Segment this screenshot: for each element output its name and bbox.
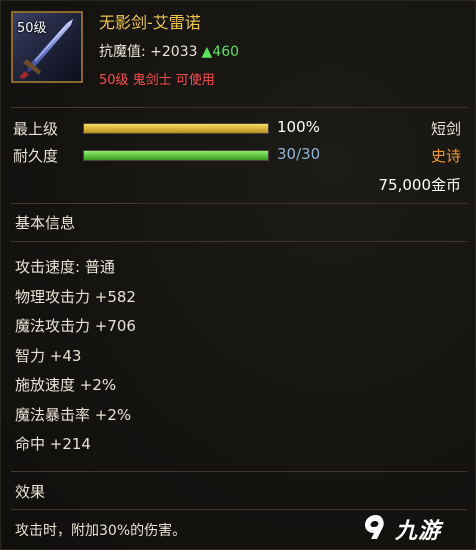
grade-bar <box>83 123 269 134</box>
requirement-text: 50级 鬼剑士 可使用 <box>99 73 215 88</box>
durability-row: 耐久度 30/30 <box>13 145 473 167</box>
stat-magic-crit: 魔法暴击率 +2% <box>15 405 132 424</box>
resist-bonus: ▲460 <box>201 44 240 60</box>
divider <box>11 471 467 472</box>
stat-physical-attack: 物理攻击力 +582 <box>15 287 136 306</box>
divider <box>11 107 467 108</box>
item-price: 75,000金币 <box>378 176 462 194</box>
resist-row: 抗魔值: +2033 ▲460 <box>99 41 239 61</box>
watermark-text: 九游 <box>395 519 442 544</box>
jiuyou-logo-icon <box>365 515 384 539</box>
stat-list: 攻击速度: 普通 物理攻击力 +582 魔法攻击力 +706 智力 +43 施放… <box>15 256 136 463</box>
divider <box>11 241 467 242</box>
durability-bar <box>83 150 269 161</box>
grade-label: 最上级 <box>13 120 59 138</box>
item-level-tag: 50级 <box>17 21 47 36</box>
divider <box>11 203 467 204</box>
stat-hit: 命中 +214 <box>15 435 91 453</box>
basic-info-title: 基本信息 <box>15 214 76 232</box>
durability-label: 耐久度 <box>13 147 59 165</box>
item-name: 无影剑-艾雷诺 <box>99 13 201 32</box>
divider <box>11 509 467 510</box>
resist-label: 抗魔值: +2033 <box>99 44 198 60</box>
effect-text: 攻击时，附加30%的伤害。 <box>15 523 187 539</box>
item-header: 50级 无影剑-艾雷诺 抗魔值: +2033 ▲460 50级 鬼剑士 可使用 <box>1 1 476 105</box>
durability-value: 30/30 <box>277 145 321 163</box>
durability-bar-fill <box>84 151 268 160</box>
stat-attack-speed: 攻击速度: 普通 <box>15 258 115 276</box>
watermark: 九游 <box>361 511 461 544</box>
item-tooltip: 50级 无影剑-艾雷诺 抗魔值: +2033 ▲460 50级 鬼剑士 可使用 最… <box>0 0 476 550</box>
effect-title: 效果 <box>15 483 46 501</box>
item-icon-frame[interactable]: 50级 <box>11 11 83 83</box>
stat-intelligence: 智力 +43 <box>15 346 82 365</box>
item-type: 短剑 <box>430 120 461 138</box>
stat-cast-speed: 施放速度 +2% <box>15 376 117 394</box>
grade-bar-fill <box>84 124 268 133</box>
grade-value: 100% <box>277 118 320 136</box>
item-rarity: 史诗 <box>430 147 461 165</box>
stat-magic-attack: 魔法攻击力 +706 <box>15 317 136 335</box>
grade-row: 最上级 100% <box>13 118 473 140</box>
